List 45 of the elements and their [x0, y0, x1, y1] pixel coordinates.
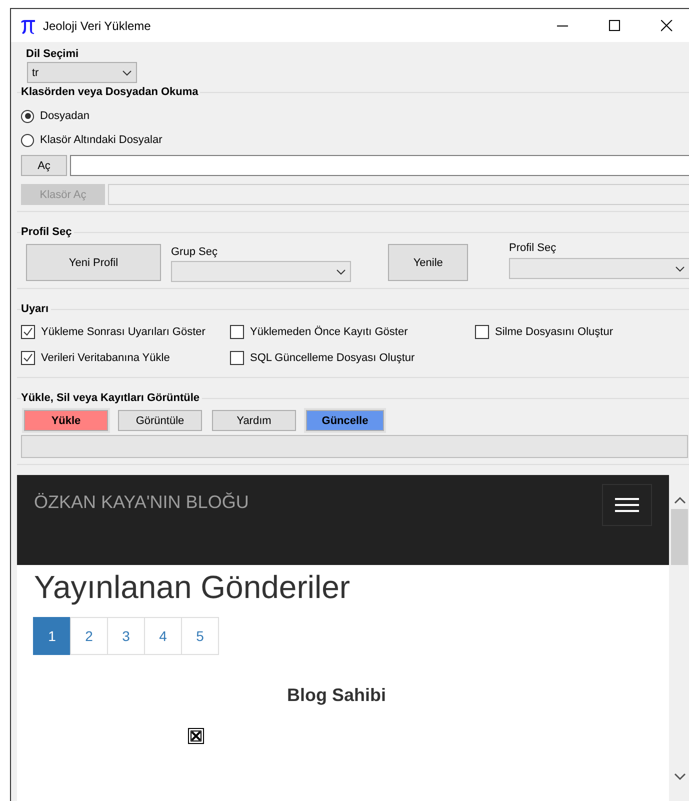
refresh-button[interactable]: Yenile: [388, 244, 468, 281]
radio-option[interactable]: Klasör Altındaki Dosyalar: [21, 128, 689, 152]
profile-label: Profil Seç: [509, 242, 558, 254]
group-title: Uyarı: [21, 303, 51, 315]
checkbox-option[interactable]: Yüklemeden Önce Kayıtı Göster: [230, 319, 475, 345]
group-title: Klasörden veya Dosyadan Okuma: [21, 86, 200, 98]
sidebar-title: Blog Sahibi: [286, 685, 387, 706]
scroll-down-icon[interactable]: [674, 772, 686, 782]
action-button[interactable]: Yükle: [24, 410, 108, 431]
radio-option[interactable]: Dosyadan: [21, 104, 689, 128]
action-button[interactable]: Görüntüle: [118, 410, 202, 431]
chevron-icon: [336, 268, 346, 274]
maximize-icon: [609, 20, 621, 32]
close-icon: [661, 20, 673, 32]
new-profile-button[interactable]: Yeni Profil: [26, 244, 161, 281]
path-field[interactable]: [70, 155, 689, 176]
chevron-icon: [675, 266, 685, 272]
checkbox-option[interactable]: Verileri Veritabanına Yükle: [21, 345, 230, 371]
page-link[interactable]: 4: [144, 617, 182, 655]
checkbox-option[interactable]: Silme Dosyasını Oluştur: [475, 319, 675, 345]
page-link[interactable]: 2: [70, 617, 108, 655]
page-link[interactable]: 5: [181, 617, 219, 655]
chevron-icon: [122, 70, 132, 76]
scroll-up-icon[interactable]: [674, 495, 686, 505]
page-link[interactable]: 1: [33, 617, 71, 655]
group-label: Grup Seç: [170, 246, 218, 258]
open-button[interactable]: Aç: [21, 155, 67, 176]
action-button[interactable]: Güncelle: [306, 410, 384, 431]
broken-image-icon: [188, 728, 204, 744]
checkbox-option[interactable]: Yükleme Sonrası Uyarıları Göster: [21, 319, 230, 345]
checkmark-icon: [23, 353, 33, 363]
blog-brand[interactable]: ÖZKAN KAYA'NIN BLOĞU: [34, 492, 249, 513]
group-title: Profil Seç: [21, 226, 74, 238]
page-link[interactable]: 3: [107, 617, 145, 655]
page-heading: Yayınlanan Gönderiler: [34, 568, 352, 607]
language-label: Dil Seçimi: [26, 48, 80, 60]
checkbox-option[interactable]: SQL Güncelleme Dosyası Oluştur: [230, 345, 475, 371]
checkmark-icon: [23, 327, 33, 337]
menu-button[interactable]: [602, 484, 652, 526]
language-dropdown[interactable]: tr: [27, 62, 137, 83]
action-button[interactable]: Yardım: [212, 410, 296, 431]
scrollbar[interactable]: [669, 475, 689, 801]
window-title: Jeoloji Veri Yükleme: [43, 18, 152, 32]
group-title: Yükle, Sil veya Kayıtları Görüntüle: [21, 392, 202, 404]
scroll-thumb[interactable]: [671, 509, 688, 565]
